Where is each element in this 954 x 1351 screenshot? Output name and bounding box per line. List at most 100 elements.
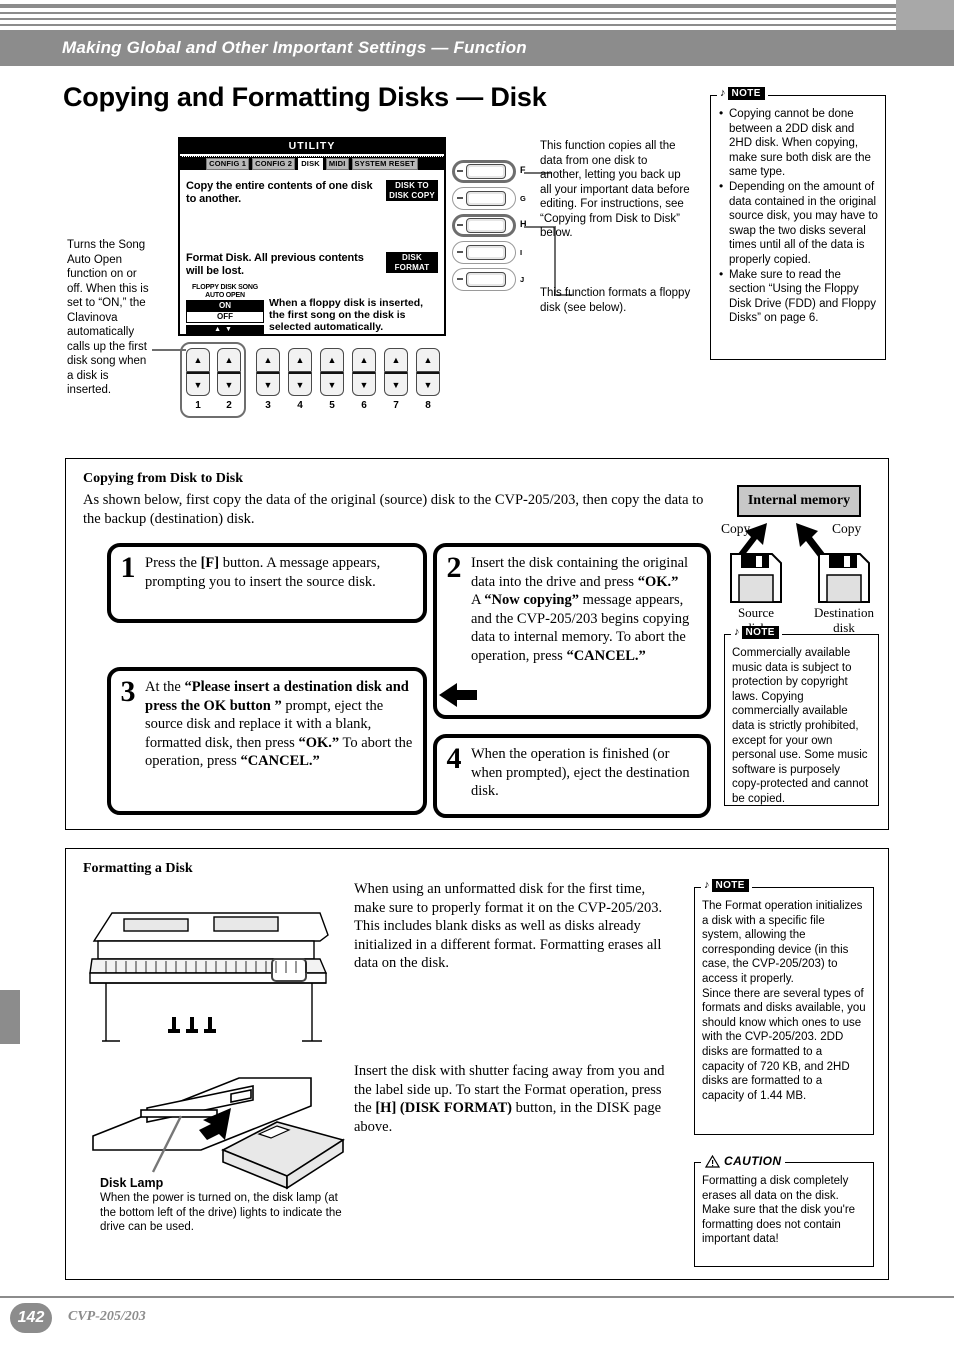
- arrow-left-icon: [439, 683, 477, 707]
- button-up-arrow-icon[interactable]: ▲: [186, 348, 210, 372]
- callout-disk-format: This function formats a floppy disk (see…: [540, 287, 691, 314]
- note-tag: ♪ NOTE: [701, 879, 752, 892]
- panel-button-g[interactable]: G: [452, 187, 530, 212]
- step-box-1: 1 Press the [F] button. A message appear…: [107, 543, 427, 623]
- header-title: Making Global and Other Important Settin…: [62, 38, 527, 57]
- step-number: 3: [120, 675, 136, 708]
- note-item: Depending on the amount of data containe…: [718, 179, 878, 268]
- step-box-3: 3 At the “Please insert a destination di…: [107, 667, 427, 815]
- lcd-tab-midi[interactable]: MIDI: [325, 157, 349, 170]
- numbered-button-label: 7: [393, 400, 399, 411]
- music-note-icon: ♪: [704, 879, 710, 891]
- button-up-arrow-icon[interactable]: ▲: [217, 348, 241, 372]
- callout-disk-copy: This function copies all the data from o…: [540, 140, 690, 239]
- lcd-tab-bar[interactable]: CONFIG 1 CONFIG 2 DISK MIDI SYSTEM RESET: [180, 157, 444, 170]
- decorative-top-rules: [0, 0, 954, 30]
- step-number: 4: [446, 742, 462, 775]
- button-up-arrow-icon[interactable]: ▲: [384, 348, 408, 372]
- format-section-heading: Formatting a Disk: [83, 861, 193, 876]
- numbered-button-6[interactable]: ▲ ▼ 6: [352, 348, 376, 411]
- button-up-arrow-icon[interactable]: ▲: [256, 348, 280, 372]
- music-note-icon: ♪: [734, 626, 740, 638]
- numbered-button-1[interactable]: ▲ ▼ 1: [186, 348, 210, 411]
- note-item: Make sure to read the section “Using the…: [718, 267, 878, 326]
- lcd-tab-disk[interactable]: DISK: [298, 157, 323, 170]
- page-edge-tab: [896, 0, 954, 30]
- note-box-copying: ♪ NOTE Copying cannot be done between a …: [710, 87, 886, 360]
- numbered-button-7[interactable]: ▲ ▼ 7: [384, 348, 408, 411]
- lcd-tab-config1[interactable]: CONFIG 1: [206, 157, 250, 170]
- lcd-row-disk-copy: Copy the entire contents of one disk to …: [186, 180, 438, 206]
- button-down-arrow-icon[interactable]: ▼: [320, 372, 344, 396]
- numbered-button-3[interactable]: ▲ ▼ 3: [256, 348, 280, 411]
- lcd-button-disk-to-disk-copy[interactable]: DISK TO DISK COPY: [386, 180, 438, 201]
- panel-button-j[interactable]: J: [452, 268, 530, 293]
- format-section-box: Formatting a Disk When using an unformat…: [65, 848, 889, 1280]
- numbered-button-label: 6: [361, 400, 367, 411]
- lcd-row-text: Format Disk. All previous contents will …: [186, 252, 364, 277]
- panel-button-h[interactable]: H: [452, 214, 530, 239]
- auto-open-description: When a floppy disk is inserted, the firs…: [269, 297, 424, 333]
- format-paragraph-1: When using an unformatted disk for the f…: [354, 881, 663, 971]
- note-text: The Format operation initializes a disk …: [702, 900, 866, 1102]
- lcd-title: UTILITY: [180, 139, 444, 154]
- caution-tag: CAUTION: [701, 1154, 786, 1168]
- destination-disk-label: Destination disk: [814, 605, 874, 635]
- caution-box: CAUTION Formatting a disk completely era…: [694, 1154, 874, 1267]
- button-down-arrow-icon[interactable]: ▼: [416, 372, 440, 396]
- note-label: NOTE: [711, 879, 749, 892]
- numbered-button-2[interactable]: ▲ ▼ 2: [217, 348, 241, 411]
- numbered-button-label: 1: [195, 400, 201, 411]
- copy-section-box: Copying from Disk to Disk As shown below…: [65, 458, 889, 830]
- numbered-button-5[interactable]: ▲ ▼ 5: [320, 348, 344, 411]
- button-down-arrow-icon[interactable]: ▼: [217, 372, 241, 396]
- note-label: NOTE: [741, 626, 779, 639]
- button-up-arrow-icon[interactable]: ▲: [416, 348, 440, 372]
- panel-button-label-j: J: [520, 275, 525, 284]
- lcd-tab-system-reset[interactable]: SYSTEM RESET: [351, 157, 418, 170]
- note-body: Commercially available music data is sub…: [725, 635, 878, 812]
- lcd-row-text: Copy the entire contents of one disk to …: [186, 180, 373, 205]
- floppy-song-auto-open-control[interactable]: FLOPPY DISK SONG AUTO OPEN ON OFF ▲▼: [186, 284, 264, 335]
- footer-rule: [0, 1296, 954, 1298]
- button-up-arrow-icon[interactable]: ▲: [288, 348, 312, 372]
- note-text: Commercially available music data is sub…: [732, 647, 869, 805]
- panel-button-f[interactable]: F: [452, 160, 530, 185]
- clavinova-piano-illustration: [89, 912, 329, 1042]
- note-body: Copying cannot be done between a 2DD dis…: [711, 96, 885, 331]
- note-tag: ♪ NOTE: [731, 626, 782, 639]
- note-item: Copying cannot be done between a 2DD dis…: [718, 106, 878, 180]
- disk-lamp-text: When the power is turned on, the disk la…: [100, 1192, 342, 1233]
- callout-auto-open: Turns the Song Auto Open function on or …: [67, 239, 149, 396]
- numbered-button-4[interactable]: ▲ ▼ 4: [288, 348, 312, 411]
- button-up-arrow-icon[interactable]: ▲: [352, 348, 376, 372]
- page-number-badge: 142: [10, 1303, 52, 1333]
- button-up-arrow-icon[interactable]: ▲: [320, 348, 344, 372]
- lcd-button-disk-format[interactable]: DISK FORMAT: [386, 252, 438, 273]
- format-paragraph-2: Insert the disk with shutter facing away…: [354, 1063, 665, 1135]
- button-down-arrow-icon[interactable]: ▼: [288, 372, 312, 396]
- lcd-bottom-area: FLOPPY DISK SONG AUTO OPEN ON OFF ▲▼ Whe…: [186, 284, 438, 335]
- footer-model-name: CVP-205/203: [68, 1309, 146, 1324]
- step-number: 2: [446, 551, 462, 584]
- panel-button-i[interactable]: I: [452, 241, 530, 266]
- button-down-arrow-icon[interactable]: ▼: [186, 372, 210, 396]
- button-down-arrow-icon[interactable]: ▼: [256, 372, 280, 396]
- warning-triangle-icon: [705, 1154, 720, 1168]
- button-down-arrow-icon[interactable]: ▼: [352, 372, 376, 396]
- floppy-disk-destination-icon: [818, 553, 870, 603]
- panel-button-label-i: I: [520, 248, 523, 257]
- auto-open-on-option[interactable]: ON: [186, 300, 264, 312]
- button-down-arrow-icon[interactable]: ▼: [384, 372, 408, 396]
- numbered-button-8[interactable]: ▲ ▼ 8: [416, 348, 440, 411]
- disk-lamp-title: Disk Lamp: [100, 1176, 164, 1190]
- auto-open-off-option[interactable]: OFF: [186, 312, 264, 323]
- caution-label: CAUTION: [724, 1154, 782, 1168]
- note-box-format: ♪ NOTE The Format operation initializes …: [694, 879, 874, 1135]
- page-title: Copying and Formatting Disks — Disk: [63, 82, 547, 112]
- step-box-4: 4 When the operation is finished (or whe…: [433, 734, 711, 818]
- auto-open-updown-arrows-icon[interactable]: ▲▼: [186, 325, 264, 335]
- lcd-tab-config2[interactable]: CONFIG 2: [252, 157, 296, 170]
- step-text: Insert the disk containing the original …: [471, 555, 690, 664]
- panel-buttons-fj[interactable]: F G H I J: [452, 160, 530, 295]
